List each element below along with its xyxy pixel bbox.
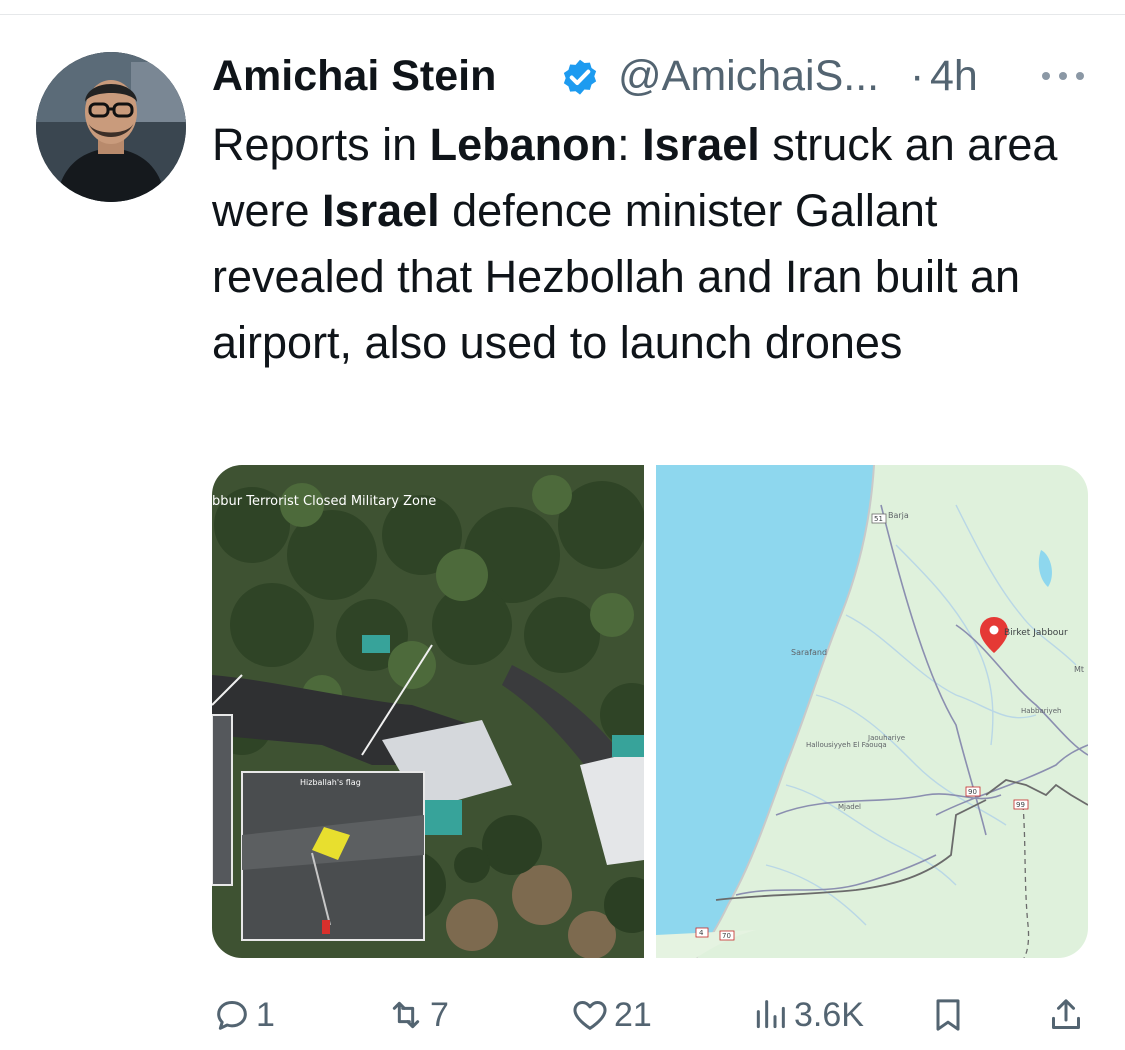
tweet-header: Amichai Stein @AmichaiS... · 4h (212, 50, 1092, 106)
avatar-image (36, 52, 186, 202)
place-hallousiyyeh: Hallousiyyeh El Faouqa (806, 741, 887, 749)
bookmark-icon (936, 999, 960, 1031)
place-mt: Mt (1074, 665, 1084, 674)
like-count: 21 (614, 995, 652, 1034)
reply-icon (217, 1001, 247, 1030)
views-icon (756, 1000, 785, 1029)
repost-icon (392, 1001, 420, 1029)
media-grid[interactable]: bbur Terrorist Closed Military Zone Hizb… (212, 465, 1088, 958)
reply-count: 1 (256, 995, 275, 1034)
place-mjadel: Mjadel (838, 803, 861, 811)
author-name[interactable]: Amichai Stein (212, 52, 496, 101)
tweet-text-bold-segment: Israel (322, 185, 440, 236)
place-sarafand: Sarafand (791, 648, 827, 657)
like-button[interactable]: 21 (570, 990, 652, 1040)
road-4: 4 (699, 929, 704, 937)
road-51: 51 (874, 515, 883, 523)
tweet-text-segment: Reports in (212, 119, 430, 170)
top-divider (0, 14, 1125, 15)
tweet-text: Reports in Lebanon: Israel struck an are… (212, 112, 1092, 376)
photo-caption: bbur Terrorist Closed Military Zone (212, 494, 436, 509)
repost-button[interactable]: 7 (386, 990, 449, 1040)
separator-dot: · (910, 52, 925, 100)
author-handle[interactable]: @AmichaiS... (618, 52, 879, 101)
satellite-photo[interactable]: bbur Terrorist Closed Military Zone Hizb… (212, 465, 644, 958)
share-icon (1052, 999, 1080, 1029)
avatar[interactable] (36, 52, 186, 202)
bookmark-button[interactable] (928, 990, 968, 1040)
map-image[interactable]: Birket Jabbour Barja Sarafand Hallousiyy… (656, 465, 1088, 958)
action-bar: 1 7 21 3.6K (212, 990, 1092, 1040)
tweet-timestamp[interactable]: 4h (930, 52, 978, 101)
more-options-icon[interactable] (1040, 64, 1086, 88)
place-jaouhariye: Jaouhariye (867, 734, 905, 742)
road-70: 70 (722, 932, 731, 940)
reply-button[interactable]: 1 (212, 990, 275, 1040)
repost-count: 7 (430, 995, 449, 1034)
place-barja: Barja (888, 511, 909, 520)
pin-label: Birket Jabbour (1004, 628, 1068, 638)
verified-badge-icon (563, 59, 597, 95)
road-99: 99 (1016, 801, 1025, 809)
place-habbariyeh: Habbariyeh (1021, 707, 1061, 715)
inset-label: Hizballah's flag (300, 778, 361, 787)
tweet-text-bold-segment: Israel (642, 119, 760, 170)
road-90: 90 (968, 788, 977, 796)
tweet-text-bold-segment: Lebanon (429, 119, 618, 170)
views-count: 3.6K (794, 995, 864, 1034)
share-button[interactable] (1046, 990, 1086, 1040)
tweet-text-segment: : (617, 119, 643, 170)
heart-icon (573, 1001, 607, 1030)
views-button[interactable]: 3.6K (750, 990, 864, 1040)
